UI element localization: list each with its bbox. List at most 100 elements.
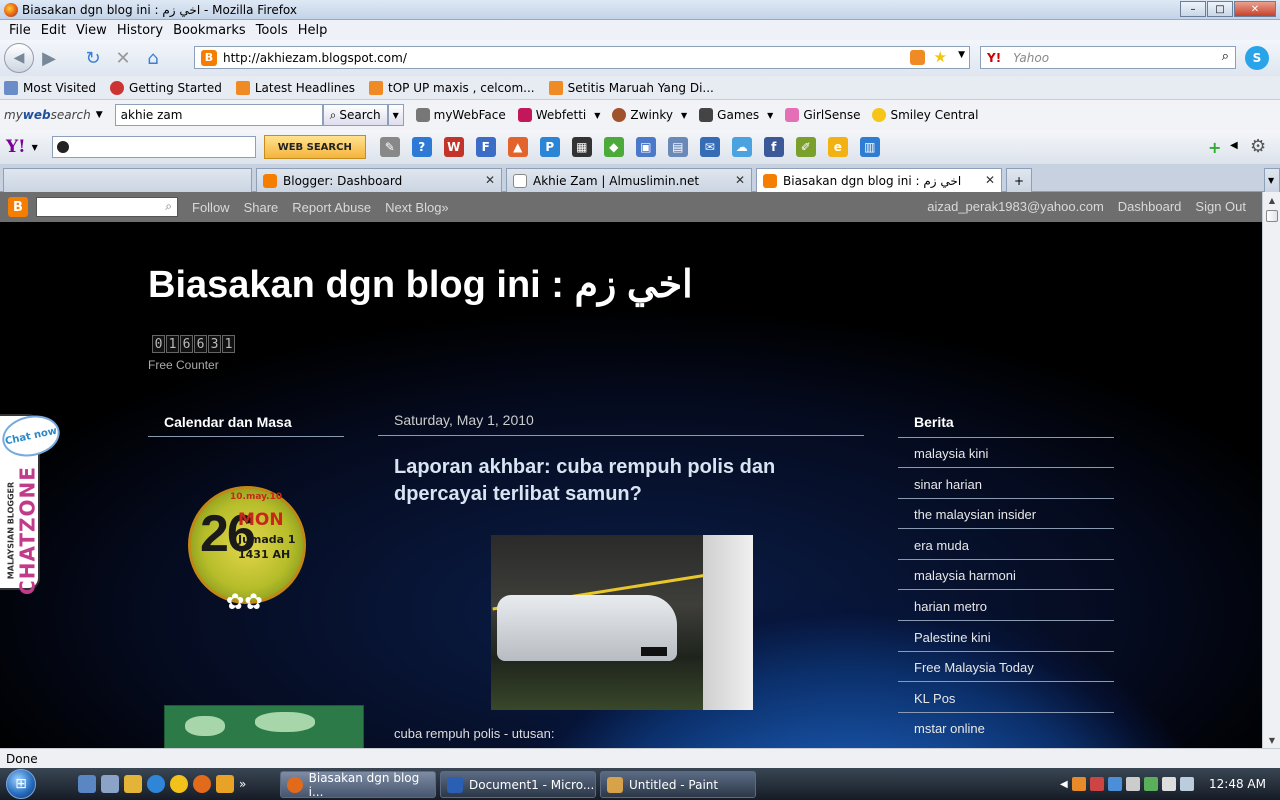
- toolbar-girlsense[interactable]: GirlSense: [785, 108, 860, 122]
- forward-button[interactable]: ▶: [38, 47, 60, 69]
- taskbar-clock[interactable]: 12:48 AM: [1209, 777, 1266, 791]
- start-button[interactable]: ⊞: [0, 768, 42, 800]
- tray-app-icon[interactable]: [1071, 777, 1086, 791]
- tab-blogger-dashboard[interactable]: Blogger: Dashboard ✕: [256, 168, 502, 192]
- news-link[interactable]: KL Pos: [914, 691, 955, 706]
- user-email-link[interactable]: aizad_perak1983@yahoo.com: [927, 199, 1104, 214]
- news-link[interactable]: malaysia harmoni: [914, 568, 1016, 583]
- url-dropdown-icon[interactable]: ▼: [958, 50, 965, 60]
- skype-icon[interactable]: S: [1245, 46, 1269, 70]
- news-link[interactable]: malaysia kini: [914, 446, 988, 461]
- sign-out-link[interactable]: Sign Out: [1195, 199, 1246, 214]
- facebook-icon[interactable]: f: [763, 137, 784, 157]
- stop-button[interactable]: ✕: [112, 47, 134, 69]
- notepad-icon[interactable]: ✐: [795, 137, 816, 157]
- world-map-widget[interactable]: [164, 705, 364, 748]
- movies-icon[interactable]: ▦: [571, 137, 592, 157]
- mywebsearch-search-button[interactable]: ⌕ Search: [322, 104, 388, 126]
- news-link[interactable]: Palestine kini: [914, 630, 991, 645]
- bookmark-latest-headlines[interactable]: Latest Headlines: [235, 80, 355, 95]
- firefox-quicklaunch-icon[interactable]: [193, 775, 211, 793]
- report-abuse-link[interactable]: Report Abuse: [292, 200, 371, 215]
- chevron-left-icon[interactable]: ◀: [1230, 140, 1238, 151]
- close-button[interactable]: ✕: [1234, 1, 1276, 17]
- maximize-button[interactable]: □: [1207, 1, 1233, 17]
- post-title[interactable]: Laporan akhbar: cuba rempuh polis dan dp…: [394, 454, 824, 508]
- news-link[interactable]: the malaysian insider: [914, 507, 1036, 522]
- menu-tools[interactable]: Tools: [251, 23, 293, 38]
- dashboard-link[interactable]: Dashboard: [1118, 199, 1182, 214]
- tray-app-icon[interactable]: [1089, 777, 1104, 791]
- free-counter-link[interactable]: Free Counter: [148, 358, 219, 372]
- bookmark-getting-started[interactable]: Getting Started: [110, 80, 222, 95]
- switch-windows-icon[interactable]: [101, 775, 119, 793]
- media-player-icon[interactable]: [216, 775, 234, 793]
- menu-view[interactable]: View: [71, 23, 112, 38]
- bookmarks-toolbar-icon[interactable]: ▤: [667, 137, 688, 157]
- weather-icon[interactable]: ☁: [731, 137, 752, 157]
- search-magnifier-icon[interactable]: ⌕: [1222, 49, 1229, 64]
- news-link[interactable]: mstar online: [914, 721, 985, 736]
- news-link[interactable]: harian metro: [914, 599, 987, 614]
- tab-close-icon[interactable]: ✕: [985, 173, 995, 187]
- yahoo-engine-icon[interactable]: Y!: [987, 51, 1001, 65]
- address-bar[interactable]: B http://akhiezam.blogspot.com/ ★ ▼: [194, 46, 970, 69]
- follow-link[interactable]: Follow: [192, 200, 230, 215]
- yahoo-search-input[interactable]: [51, 136, 256, 158]
- menu-edit[interactable]: Edit: [36, 23, 71, 38]
- visitor-counter[interactable]: 0 1 6 6 3 1: [152, 335, 236, 353]
- messenger-icon[interactable]: [170, 775, 188, 793]
- menu-file[interactable]: File: [4, 23, 36, 38]
- bookmark-star-icon[interactable]: ★: [934, 48, 947, 66]
- search-dropdown-button[interactable]: ▼: [387, 104, 404, 126]
- menu-help[interactable]: Help: [293, 23, 333, 38]
- add-button-icon[interactable]: +: [1208, 138, 1221, 157]
- toolbar-mywebface[interactable]: myWebFace: [415, 108, 506, 122]
- web-search-button[interactable]: WEB SEARCH: [263, 135, 366, 159]
- new-tab-button[interactable]: +: [1006, 168, 1032, 192]
- show-desktop-icon[interactable]: [78, 775, 96, 793]
- tab-blank[interactable]: [3, 168, 252, 192]
- home-button[interactable]: ⌂: [142, 47, 164, 69]
- chevron-down-icon[interactable]: ▼: [32, 143, 38, 152]
- share-link[interactable]: Share: [244, 200, 279, 215]
- toolbar-zwinky[interactable]: Zwinky ▼: [612, 108, 687, 122]
- blogger-logo-icon[interactable]: B: [8, 197, 28, 217]
- tray-volume-icon[interactable]: [1179, 777, 1194, 791]
- finance-icon[interactable]: F: [475, 137, 496, 157]
- scroll-thumb[interactable]: [1266, 210, 1278, 222]
- search-bar[interactable]: Y! Yahoo ⌕: [980, 46, 1236, 69]
- toolbar-webfetti[interactable]: Webfetti ▼: [517, 108, 600, 122]
- menu-bookmarks[interactable]: Bookmarks: [168, 23, 251, 38]
- bookmark-most-visited[interactable]: Most Visited: [4, 80, 96, 95]
- rss-feed-icon[interactable]: [910, 50, 925, 65]
- toolbar-smiley-central[interactable]: Smiley Central: [872, 108, 978, 122]
- tray-bluetooth-icon[interactable]: [1107, 777, 1122, 791]
- shopping-icon[interactable]: ▥: [859, 137, 880, 157]
- internet-explorer-icon[interactable]: [147, 775, 165, 793]
- news-link[interactable]: era muda: [914, 538, 969, 553]
- bookmark-setitis[interactable]: Setitis Maruah Yang Di...: [548, 80, 714, 95]
- messenger-icon[interactable]: ▣: [635, 137, 656, 157]
- next-blog-link[interactable]: Next Blog»: [385, 200, 449, 215]
- search-icon[interactable]: ⌕: [165, 199, 172, 214]
- tab-close-icon[interactable]: ✕: [735, 173, 745, 187]
- blog-title[interactable]: Biasakan dgn blog ini : اخي زم: [148, 262, 693, 307]
- news-link[interactable]: Free Malaysia Today: [914, 660, 1034, 675]
- settings-gear-icon[interactable]: ⚙: [1250, 136, 1266, 157]
- quicklaunch-app-icon[interactable]: [124, 775, 142, 793]
- games-toolbar-icon[interactable]: ◆: [603, 137, 624, 157]
- task-paint[interactable]: Untitled - Paint: [600, 771, 756, 798]
- people-icon[interactable]: P: [539, 137, 560, 157]
- mail-icon[interactable]: ✉: [699, 137, 720, 157]
- back-button[interactable]: ◀: [4, 43, 34, 73]
- answers-icon[interactable]: ?: [411, 137, 432, 157]
- tab-list-button[interactable]: ▼: [1264, 168, 1280, 192]
- scroll-down-icon[interactable]: ▼: [1264, 732, 1280, 748]
- tray-expand-icon[interactable]: ◀: [1060, 779, 1068, 790]
- mywebsearch-input[interactable]: akhie zam: [114, 104, 323, 126]
- yahoo-logo-icon[interactable]: Y!: [6, 137, 26, 157]
- task-firefox[interactable]: Biasakan dgn blog i...: [280, 771, 436, 799]
- bookmark-top-up[interactable]: tOP UP maxis , celcom...: [369, 80, 535, 95]
- task-word[interactable]: Document1 - Micro...: [440, 771, 596, 798]
